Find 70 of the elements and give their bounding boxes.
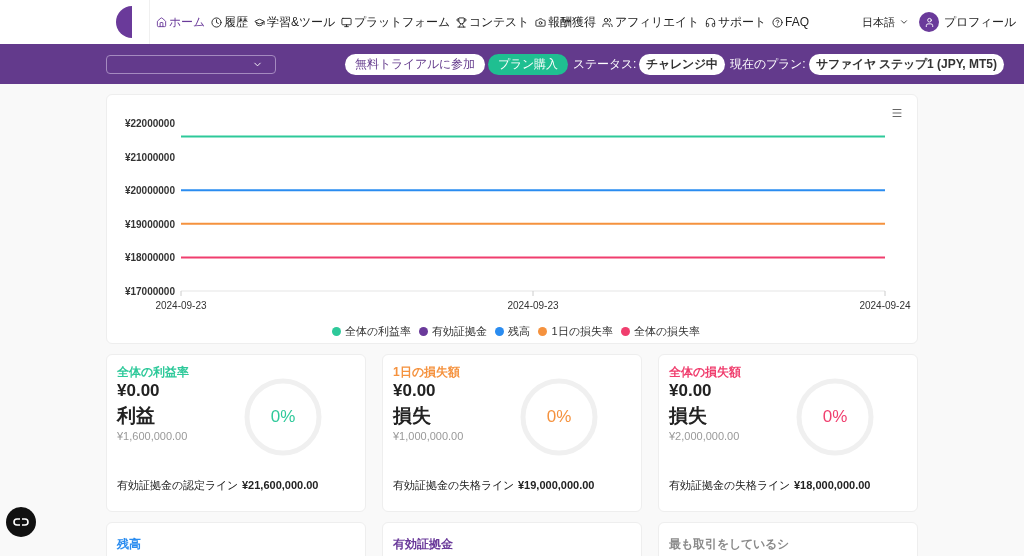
target-amount: ¥1,600,000.00 [117, 429, 189, 444]
nav-link[interactable]: プラットフォーム [341, 13, 450, 31]
card-label: 残高 [117, 537, 141, 551]
card-label: 全体の利益率 [117, 365, 189, 379]
plan-label: 現在のプラン: [730, 56, 806, 73]
trophy-icon [456, 16, 467, 28]
amount: ¥0.00 [669, 380, 713, 402]
card-label: 1日の損失額 [393, 365, 460, 379]
language-dropdown[interactable]: 日本語 [862, 13, 909, 31]
card-label: 最も取引をしているシ [669, 537, 789, 551]
nav-link[interactable]: 学習&ツール [254, 13, 335, 31]
nav-link[interactable]: FAQ [772, 13, 810, 31]
logo-icon[interactable] [116, 6, 132, 38]
card-label: 全体の損失額 [669, 365, 741, 379]
clock-icon [211, 16, 222, 28]
home-icon [156, 16, 167, 28]
y-tick-label: ¥21000000 [124, 151, 175, 163]
headset-icon [705, 16, 716, 28]
status-label: ステータス: [572, 56, 637, 73]
line-value: ¥19,000,000.00 [518, 477, 595, 493]
y-tick-label: ¥18000000 [124, 252, 175, 264]
target-amount: ¥1,000,000.00 [393, 429, 465, 444]
y-tick-label: ¥22000000 [124, 118, 175, 129]
y-tick-label: ¥19000000 [124, 218, 175, 230]
legend-label[interactable]: 全体の損失率 [633, 323, 700, 340]
amount: ¥0.00 [393, 380, 437, 402]
line-label: 有効証拠金の失格ライン [669, 477, 790, 493]
nav-link[interactable]: サポート [705, 13, 766, 31]
percent-label: 0% [546, 407, 572, 427]
line-label: 有効証拠金の失格ライン [393, 477, 514, 493]
result-label: 損失 [669, 404, 708, 428]
trial-button[interactable]: 無料トライアルに参加 [344, 53, 485, 75]
profile-button[interactable]: プロフィール [919, 12, 1016, 32]
percent-label: 0% [270, 407, 296, 427]
legend-label[interactable]: 残高 [508, 323, 531, 340]
legend-label[interactable]: 1日の損失率 [551, 323, 613, 340]
help-icon [772, 16, 783, 28]
result-label: 利益 [117, 404, 156, 428]
nav-link[interactable]: アフィリエイト [602, 13, 699, 31]
nav-link[interactable]: コンテスト [456, 13, 529, 31]
users-icon [602, 16, 613, 28]
status-badge: チャレンジ中 [639, 53, 726, 75]
x-tick-label: 2024-09-24 [859, 300, 911, 311]
caret-icon [899, 17, 909, 27]
nav-link[interactable]: ホーム [156, 13, 205, 31]
amount: ¥0.00 [117, 380, 161, 402]
plan-badge: サファイヤ ステップ1 (JPY, MT5) [808, 53, 1004, 75]
percent-label: 0% [822, 407, 848, 427]
account-select[interactable] [106, 54, 276, 74]
line-value: ¥21,600,000.00 [242, 477, 319, 493]
nav-link[interactable]: 履歴 [211, 13, 248, 31]
result-label: 損失 [393, 404, 432, 428]
line-value: ¥18,000,000.00 [794, 477, 871, 493]
legend-label[interactable]: 全体の利益率 [345, 323, 412, 340]
monitor-icon [341, 16, 352, 28]
y-tick-label: ¥20000000 [124, 185, 175, 197]
y-tick-label: ¥17000000 [124, 286, 175, 297]
cookie-icon [13, 517, 29, 527]
nav-link[interactable]: 報酬獲得 [535, 13, 596, 31]
x-tick-label: 2024-09-23 [507, 300, 559, 311]
line-label: 有効証拠金の認定ライン [117, 477, 238, 493]
target-amount: ¥2,000,000.00 [669, 429, 741, 444]
camera-icon [535, 16, 546, 28]
avatar-icon [919, 12, 939, 32]
cookie-button[interactable] [6, 507, 36, 537]
graduation-cap-icon [254, 16, 265, 28]
x-tick-label: 2024-09-23 [155, 300, 207, 311]
card-label: 有効証拠金 [393, 537, 453, 551]
menu-icon[interactable] [891, 107, 903, 119]
legend-label[interactable]: 有効証拠金 [432, 323, 488, 340]
